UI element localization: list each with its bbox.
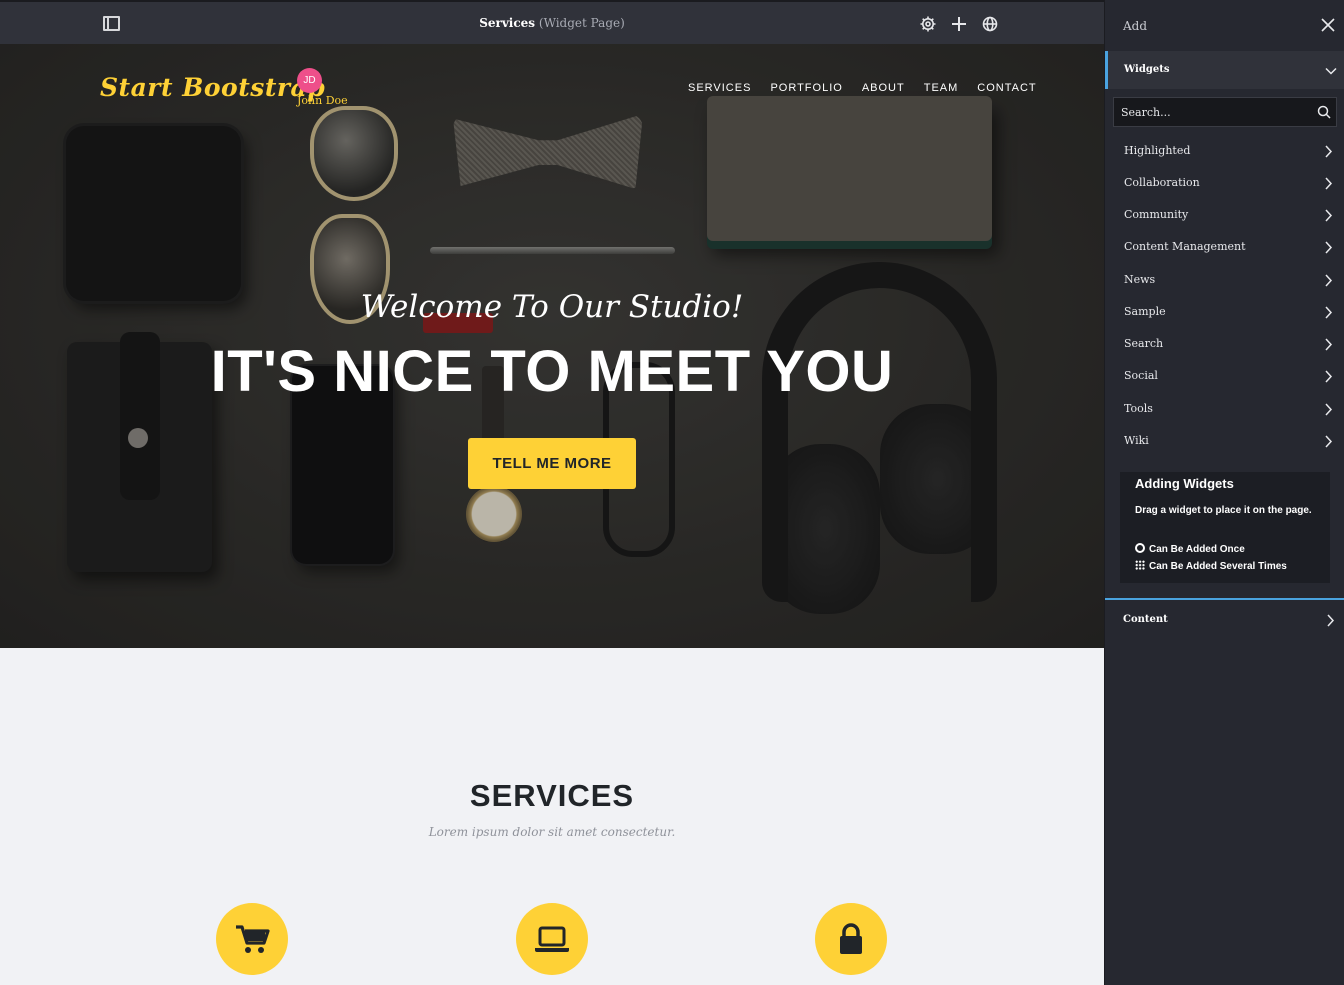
hero-section: Start Bootstrap JD John Doe SERVICES POR… — [0, 44, 1104, 648]
widgets-section-header[interactable]: Widgets — [1105, 51, 1344, 89]
category-label: News — [1124, 273, 1156, 286]
nav-item-contact[interactable]: CONTACT — [977, 82, 1036, 94]
chevron-right-icon — [1324, 274, 1333, 287]
category-news[interactable]: News — [1105, 264, 1344, 296]
grid-icon — [1135, 560, 1145, 570]
category-label: Social — [1124, 369, 1158, 382]
search-input[interactable] — [1114, 98, 1310, 126]
panel-title: Add — [1123, 19, 1148, 33]
hero-heading: IT'S NICE TO MEET YOU — [210, 339, 894, 404]
page-title: Services (Widget Page) — [0, 16, 1104, 30]
legend-once-label: Can Be Added Once — [1149, 544, 1245, 555]
category-label: Collaboration — [1124, 176, 1200, 189]
services-title: SERVICES — [469, 778, 635, 813]
add-panel: Add Widgets Highlighted Collaboration Co… — [1104, 0, 1344, 985]
widgets-label: Widgets — [1124, 64, 1170, 75]
close-icon[interactable] — [1321, 18, 1335, 32]
category-label: Community — [1124, 208, 1189, 221]
plus-icon[interactable] — [950, 15, 968, 33]
ring-icon — [1135, 543, 1145, 553]
nav-item-portfolio[interactable]: PORTFOLIO — [770, 82, 842, 94]
chevron-right-icon — [1324, 370, 1333, 383]
chevron-down-icon — [1325, 64, 1337, 76]
nav-item-team[interactable]: TEAM — [924, 82, 959, 94]
chevron-right-icon — [1324, 306, 1333, 319]
chevron-right-icon — [1324, 209, 1333, 222]
chevron-right-icon — [1324, 403, 1333, 416]
category-label: Wiki — [1124, 434, 1149, 447]
control-bar: Services (Widget Page) — [0, 0, 1104, 44]
tell-me-more-button[interactable]: TELL ME MORE — [468, 438, 636, 489]
search-icon[interactable] — [1317, 105, 1331, 119]
legend-once: Can Be Added Once — [1135, 543, 1245, 555]
info-description: Drag a widget to place it on the page. — [1135, 505, 1312, 516]
category-label: Search — [1124, 337, 1164, 350]
widget-search — [1113, 97, 1337, 127]
gear-icon[interactable] — [919, 15, 937, 33]
category-tools[interactable]: Tools — [1105, 393, 1344, 425]
chevron-right-icon — [1324, 435, 1333, 448]
lock-icon — [815, 903, 887, 975]
nav-item-about[interactable]: ABOUT — [862, 82, 905, 94]
content-section-header[interactable]: Content — [1105, 600, 1344, 640]
brand-logo[interactable]: Start Bootstrap — [100, 73, 325, 102]
category-social[interactable]: Social — [1105, 360, 1344, 392]
chevron-right-icon — [1324, 241, 1333, 254]
shopping-cart-icon — [216, 903, 288, 975]
services-subtitle: Lorem ipsum dolor sit amet consectetur. — [428, 825, 676, 839]
category-search[interactable]: Search — [1105, 328, 1344, 360]
chevron-right-icon — [1324, 338, 1333, 351]
hero-subheading: Welcome To Our Studio! — [360, 289, 744, 325]
nav-item-services[interactable]: SERVICES — [688, 82, 751, 94]
chevron-right-icon — [1326, 614, 1335, 627]
category-label: Highlighted — [1124, 144, 1191, 157]
services-section: SERVICES Lorem ipsum dolor sit amet cons… — [0, 648, 1104, 985]
category-community[interactable]: Community — [1105, 199, 1344, 231]
category-highlighted[interactable]: Highlighted — [1105, 135, 1344, 167]
laptop-icon — [516, 903, 588, 975]
category-label: Sample — [1124, 305, 1166, 318]
info-title: Adding Widgets — [1135, 476, 1234, 491]
legend-several-label: Can Be Added Several Times — [1149, 561, 1287, 572]
page-type: (Widget Page) — [538, 16, 625, 30]
avatar[interactable]: JD — [297, 68, 322, 93]
legend-several: Can Be Added Several Times — [1135, 560, 1287, 572]
chevron-right-icon — [1324, 145, 1333, 158]
page-name: Services — [479, 16, 536, 30]
content-label: Content — [1123, 614, 1168, 625]
category-sample[interactable]: Sample — [1105, 296, 1344, 328]
chevron-right-icon — [1324, 177, 1333, 190]
category-label: Content Management — [1124, 240, 1246, 253]
category-label: Tools — [1124, 402, 1153, 415]
category-collaboration[interactable]: Collaboration — [1105, 167, 1344, 199]
user-name[interactable]: John Doe — [297, 94, 348, 107]
adding-widgets-info: Adding Widgets Drag a widget to place it… — [1120, 472, 1330, 583]
main-nav: SERVICES PORTFOLIO ABOUT TEAM CONTACT — [688, 82, 1037, 94]
category-wiki[interactable]: Wiki — [1105, 425, 1344, 457]
globe-icon[interactable] — [981, 15, 999, 33]
category-content-management[interactable]: Content Management — [1105, 231, 1344, 263]
